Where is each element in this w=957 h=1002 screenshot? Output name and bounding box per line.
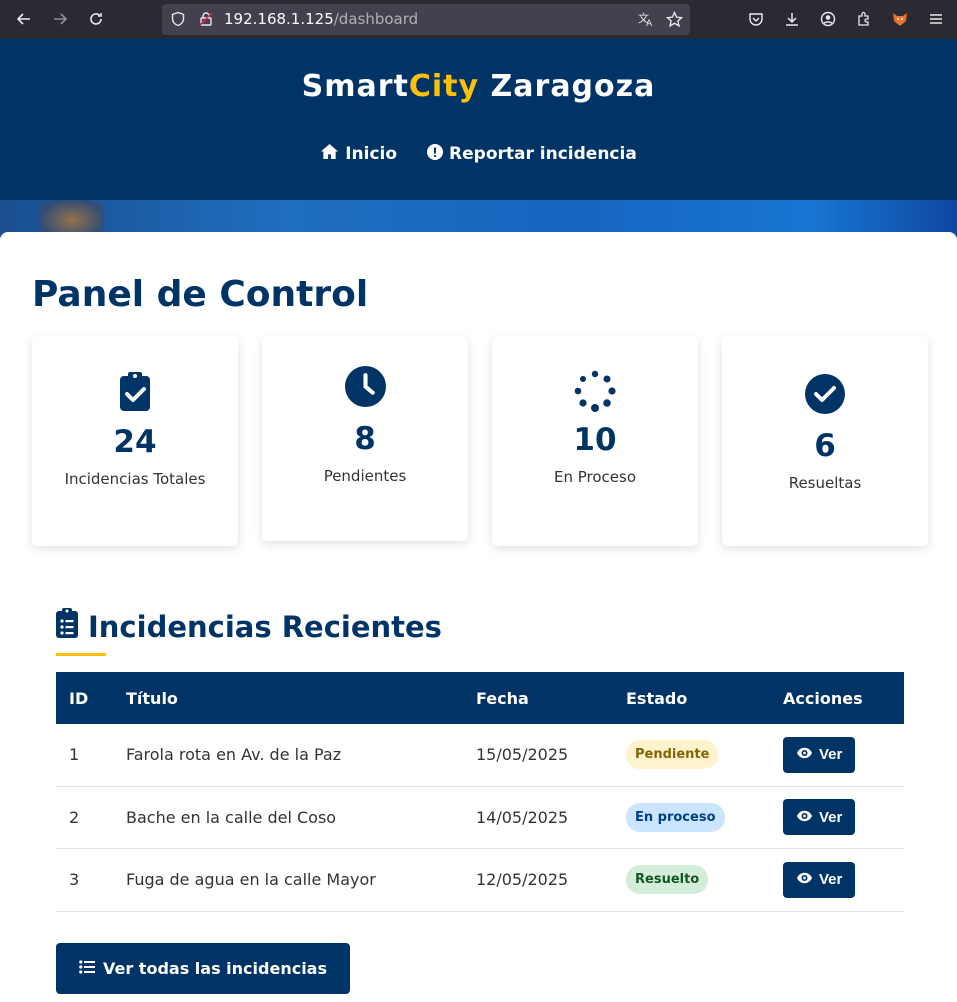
view-all-label: Ver todas las incidencias [102, 959, 327, 978]
nav-item-reportar[interactable]: Reportar incidencia [427, 143, 637, 165]
main-nav: Inicio Reportar incidencia [0, 143, 957, 165]
nav-label-reportar: Reportar incidencia [449, 144, 637, 164]
recent-incidents-title-text: Incidencias Recientes [88, 609, 442, 644]
eye-icon [796, 871, 813, 888]
download-icon[interactable] [781, 8, 803, 30]
stat-card-pending: 8 Pendientes [262, 336, 468, 541]
site-brand[interactable]: SmartCity Zaragoza [0, 69, 957, 104]
cell-id: 1 [56, 724, 113, 787]
brand-city: City [408, 69, 480, 104]
view-button[interactable]: Ver [783, 799, 856, 835]
url-path: /dashboard [333, 10, 419, 28]
home-icon [320, 143, 339, 165]
view-all-incidents-button[interactable]: Ver todas las incidencias [56, 943, 350, 994]
stat-value-in-progress: 10 [573, 422, 617, 458]
view-button[interactable]: Ver [783, 736, 856, 773]
stat-label-resolved: Resueltas [788, 474, 862, 492]
exclamation-circle-icon [427, 143, 444, 165]
eye-icon [796, 809, 813, 826]
col-header-title: Título [126, 688, 178, 708]
fox-extension-icon[interactable] [889, 8, 911, 30]
col-header-status: Estado [626, 688, 688, 708]
col-header-date: Fecha [476, 688, 529, 708]
clock-icon [262, 366, 468, 407]
col-header-id: ID [69, 688, 89, 708]
list-icon [79, 959, 95, 978]
stat-value-resolved: 6 [814, 428, 836, 464]
view-button-label: Ver [819, 808, 843, 826]
main-content: Panel de Control 24 Incidencias Totales … [0, 232, 957, 1002]
cell-title: Fuga de agua en la calle Mayor [113, 848, 463, 912]
url-host: 192.168.1.125 [224, 10, 334, 28]
table-row: 1 Farola rota en Av. de la Paz 15/05/202… [56, 724, 904, 787]
cell-date: 12/05/2025 [463, 848, 613, 912]
view-button[interactable]: Ver [783, 861, 856, 898]
cell-title: Bache en la calle del Coso [113, 786, 463, 849]
url-text[interactable]: 192.168.1.125/dashboard [224, 10, 418, 28]
brand-smart: Smart [301, 69, 409, 104]
cell-title: Farola rota en Av. de la Paz [113, 724, 463, 787]
view-button-label: Ver [819, 746, 843, 764]
site-header [0, 39, 957, 200]
stat-label-pending: Pendientes [323, 467, 407, 485]
nav-item-inicio[interactable]: Inicio [320, 143, 397, 165]
browser-toolbar: 192.168.1.125/dashboard 文A [0, 0, 957, 39]
stat-label-total: Incidencias Totales [64, 470, 206, 488]
clipboard-check-icon [32, 372, 238, 412]
brand-zaragoza: Zaragoza [479, 69, 656, 104]
table-row: 2 Bache en la calle del Coso 14/05/2025 … [56, 786, 904, 849]
insecure-lock-icon[interactable] [195, 8, 217, 30]
incidents-table: ID Título Fecha Estado Acciones 1 Farola… [56, 672, 904, 912]
stat-value-total: 24 [113, 424, 157, 460]
pocket-icon[interactable] [745, 8, 767, 30]
spinner-icon [492, 370, 698, 412]
stat-value-pending: 8 [354, 421, 376, 457]
shield-icon[interactable] [167, 8, 189, 30]
page-title: Panel de Control [32, 274, 369, 315]
recent-incidents-title: Incidencias Recientes [56, 608, 442, 645]
reload-icon[interactable] [85, 8, 107, 30]
forward-arrow-icon[interactable] [49, 8, 71, 30]
cell-date: 14/05/2025 [463, 786, 613, 849]
col-header-actions: Acciones [783, 688, 863, 708]
stat-label-in-progress: En Proceso [553, 468, 637, 486]
cell-date: 15/05/2025 [463, 724, 613, 787]
status-badge: Resuelto [626, 865, 709, 894]
back-arrow-icon[interactable] [13, 8, 35, 30]
check-circle-icon [722, 374, 928, 414]
clipboard-list-icon [56, 608, 78, 645]
cell-id: 3 [56, 848, 113, 912]
view-button-label: Ver [819, 871, 843, 888]
stat-card-total: 24 Incidencias Totales [32, 336, 238, 546]
table-header-row: ID Título Fecha Estado Acciones [56, 672, 904, 724]
account-icon[interactable] [817, 8, 839, 30]
menu-hamburger-icon[interactable] [925, 8, 947, 30]
stat-card-in-progress: 10 En Proceso [492, 336, 698, 546]
nav-label-inicio: Inicio [345, 144, 398, 164]
svg-text:A: A [646, 19, 653, 28]
title-underline [56, 653, 106, 656]
stat-card-resolved: 6 Resueltas [722, 336, 928, 546]
translate-icon[interactable]: 文A [635, 8, 657, 30]
bookmark-star-icon[interactable] [663, 8, 685, 30]
status-badge: Pendiente [626, 740, 719, 770]
eye-icon [796, 746, 813, 763]
extensions-icon[interactable] [853, 8, 875, 30]
cell-id: 2 [56, 786, 113, 849]
status-badge: En proceso [626, 802, 725, 832]
table-row: 3 Fuga de agua en la calle Mayor 12/05/2… [56, 848, 904, 912]
